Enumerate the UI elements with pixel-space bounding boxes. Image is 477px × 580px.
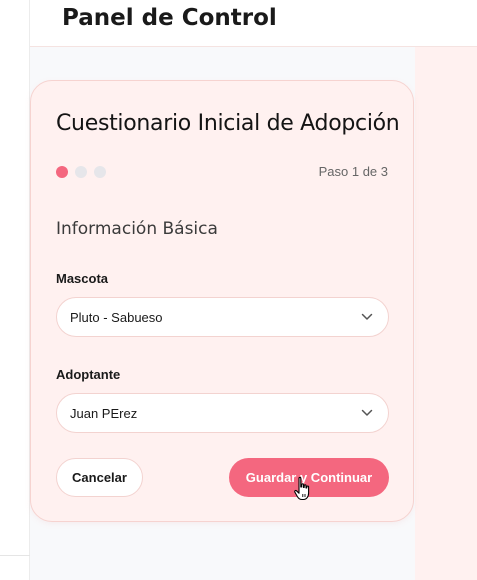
form-title: Cuestionario Inicial de Adopción <box>56 111 400 136</box>
step-dot-3 <box>94 166 106 178</box>
chevron-down-icon <box>360 406 374 420</box>
adoption-questionnaire-card: Cuestionario Inicial de Adopción Paso 1 … <box>30 80 414 522</box>
pet-select[interactable]: Pluto - Sabueso <box>56 297 389 337</box>
adopter-select-value: Juan PErez <box>70 405 138 421</box>
step-indicator <box>56 166 106 178</box>
page-header: Panel de Control <box>30 0 477 47</box>
pet-select-value: Pluto - Sabueso <box>70 309 163 325</box>
adopter-label: Adoptante <box>56 367 121 382</box>
cancel-button[interactable]: Cancelar <box>56 458 143 497</box>
adopter-select[interactable]: Juan PErez <box>56 393 389 433</box>
page-title: Panel de Control <box>62 5 277 31</box>
step-counter: Paso 1 de 3 <box>318 164 388 179</box>
step-dot-2 <box>75 166 87 178</box>
pet-label: Mascota <box>56 271 109 286</box>
sidebar-divider <box>0 555 30 556</box>
right-panel <box>415 47 477 580</box>
hand-pointer-cursor <box>294 476 310 501</box>
left-sidebar-strip <box>0 0 30 580</box>
step-dot-1 <box>56 166 68 178</box>
chevron-down-icon <box>360 310 374 324</box>
section-title: Información Básica <box>56 219 218 239</box>
